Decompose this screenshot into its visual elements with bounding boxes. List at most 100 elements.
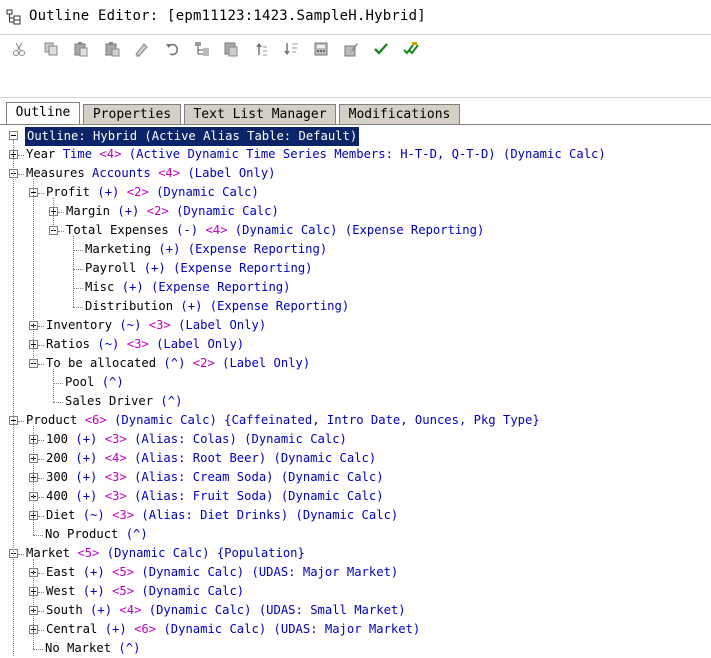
- member-property: (Label Only): [222, 356, 311, 370]
- tree-node-300[interactable]: 300 (+) <3> (Alias: Cream Soda) (Dynamic…: [46, 468, 384, 487]
- root-collapse-icon[interactable]: [9, 131, 18, 140]
- tree-node-to-be-allocated[interactable]: To be allocated (^) <2> (Label Only): [46, 354, 310, 373]
- tree-node-west[interactable]: West (+) <5> (Dynamic Calc): [46, 582, 244, 601]
- tab-modifications[interactable]: Modifications: [339, 104, 460, 124]
- tree-node-inventory[interactable]: Inventory (~) <3> (Label Only): [46, 316, 266, 335]
- member-name: Pool: [65, 375, 95, 389]
- tree-guide: [33, 426, 34, 535]
- paste-icon: [74, 42, 88, 57]
- tree-node-profit[interactable]: Profit (+) <2> (Dynamic Calc): [46, 183, 259, 202]
- tree-guide: [53, 369, 54, 402]
- undo-icon: [166, 43, 179, 56]
- tree-node-margin[interactable]: Margin (+) <2> (Dynamic Calc): [66, 202, 279, 221]
- member-name: No Market: [45, 641, 112, 655]
- tree-node-ratios[interactable]: Ratios (~) <3> (Label Only): [46, 335, 244, 354]
- member-property: (+): [180, 299, 203, 313]
- member-property: (~): [97, 337, 120, 351]
- member-property: (~): [82, 508, 105, 522]
- member-name: 400: [46, 489, 69, 503]
- add-sibling-button[interactable]: [222, 40, 240, 58]
- edit-formula-button[interactable]: [342, 40, 360, 58]
- tree-node-100[interactable]: 100 (+) <3> (Alias: Colas) (Dynamic Calc…: [46, 430, 347, 449]
- tab-properties[interactable]: Properties: [83, 104, 181, 124]
- paste-special-icon: [105, 42, 120, 57]
- window-title: Outline Editor: [epm11123:1423.SampleH.H…: [29, 8, 426, 24]
- child-count: <4>: [205, 223, 228, 237]
- tree-connector: [73, 288, 83, 289]
- tree-node-pool[interactable]: Pool (^): [65, 373, 124, 392]
- tree-connector: [38, 459, 44, 460]
- sort-button[interactable]: [282, 40, 300, 58]
- paste-button[interactable]: [72, 40, 90, 58]
- member-name: Payroll: [85, 261, 137, 275]
- tab-outline[interactable]: Outline: [6, 102, 80, 124]
- tree-node-east[interactable]: East (+) <5> (Dynamic Calc) (UDAS: Major…: [46, 563, 398, 582]
- tree-node-market[interactable]: Market <5> (Dynamic Calc) {Population}: [26, 544, 305, 563]
- tree-node-sales-driver[interactable]: Sales Driver (^): [65, 392, 182, 411]
- tree-connector: [33, 649, 43, 650]
- tree-node-200[interactable]: 200 (+) <4> (Alias: Root Beer) (Dynamic …: [46, 449, 376, 468]
- tab-text-list-manager[interactable]: Text List Manager: [184, 104, 336, 124]
- member-property: (+): [158, 242, 181, 256]
- verify-button[interactable]: [372, 40, 390, 58]
- verify-all-button[interactable]: [402, 40, 420, 58]
- member-property: (Dynamic Calc): [234, 223, 338, 237]
- tree-node-total-expenses[interactable]: Total Expenses (-) <4> (Dynamic Calc) (E…: [66, 221, 484, 240]
- move-up-button[interactable]: [252, 40, 270, 58]
- calculator-icon: [314, 42, 328, 56]
- member-property: (Dynamic Calc): [141, 584, 245, 598]
- tree-node-distribution[interactable]: Distribution (+) (Expense Reporting): [85, 297, 349, 316]
- member-property: (UDAS: Small Market): [258, 603, 406, 617]
- tree-node-measures[interactable]: Measures Accounts <4> (Label Only): [26, 164, 276, 183]
- member-name: 200: [46, 451, 69, 465]
- calculator-button[interactable]: [312, 40, 330, 58]
- member-property: (UDAS: Major Market): [251, 565, 399, 579]
- tree-node-year[interactable]: Year Time <4> (Active Dynamic Time Serie…: [26, 145, 606, 164]
- member-property: (Dynamic Calc): [148, 603, 252, 617]
- tree-node-central[interactable]: Central (+) <6> (Dynamic Calc) (UDAS: Ma…: [46, 620, 420, 639]
- tree-connector: [38, 364, 44, 365]
- member-property: (+): [75, 432, 98, 446]
- tree-node-400[interactable]: 400 (+) <3> (Alias: Fruit Soda) (Dynamic…: [46, 487, 384, 506]
- tree-connector: [73, 250, 83, 251]
- title-bar: Outline Editor: [epm11123:1423.SampleH.H…: [0, 0, 711, 34]
- rename-button[interactable]: [133, 40, 151, 58]
- paste-special-button[interactable]: [103, 40, 121, 58]
- member-name: Year: [26, 147, 56, 161]
- member-property: (Dynamic Calc): [156, 185, 259, 199]
- member-property: (+): [104, 622, 127, 636]
- copy-icon: [44, 42, 58, 56]
- child-count: <6>: [134, 622, 157, 636]
- child-count: <4>: [158, 166, 181, 180]
- member-property: (Alias: Fruit Soda): [134, 489, 274, 503]
- tree-node-south[interactable]: South (+) <4> (Dynamic Calc) (UDAS: Smal…: [46, 601, 406, 620]
- tree-connector: [38, 573, 44, 574]
- child-count: <3>: [148, 318, 171, 332]
- child-count: <5>: [77, 546, 100, 560]
- tree-node-no-product[interactable]: No Product (^): [45, 525, 148, 544]
- member-property: {Caffeinated, Intro Date, Ounces, Pkg Ty…: [224, 413, 540, 427]
- member-property: (Label Only): [187, 166, 276, 180]
- member-property: (Dynamic Calc): [106, 546, 210, 560]
- tree-node-marketing[interactable]: Marketing (+) (Expense Reporting): [85, 240, 327, 259]
- cut-icon: [13, 42, 25, 56]
- member-name: Measures: [26, 166, 85, 180]
- member-name: Misc: [85, 280, 115, 294]
- tree-node-diet[interactable]: Diet (~) <3> (Alias: Diet Drinks) (Dynam…: [46, 506, 398, 525]
- copy-button[interactable]: [42, 40, 60, 58]
- tree-node-payroll[interactable]: Payroll (+) (Expense Reporting): [85, 259, 313, 278]
- member-property: (+): [82, 565, 105, 579]
- member-name: South: [46, 603, 83, 617]
- tree-guide: [33, 179, 34, 364]
- tree-connector: [73, 307, 83, 308]
- tree-node-no-market[interactable]: No Market (^): [45, 639, 140, 658]
- tree-node-misc[interactable]: Misc (+) (Expense Reporting): [85, 278, 290, 297]
- tree-guide: [33, 559, 34, 649]
- tree-connector: [38, 611, 44, 612]
- add-child-button[interactable]: [193, 40, 211, 58]
- undo-button[interactable]: [163, 40, 181, 58]
- tree-node-product[interactable]: Product <6> (Dynamic Calc) {Caffeinated,…: [26, 411, 540, 430]
- cut-button[interactable]: [10, 40, 28, 58]
- outline-root[interactable]: Outline: Hybrid (Active Alias Table: Def…: [25, 127, 360, 146]
- member-name: Sales Driver: [65, 394, 154, 408]
